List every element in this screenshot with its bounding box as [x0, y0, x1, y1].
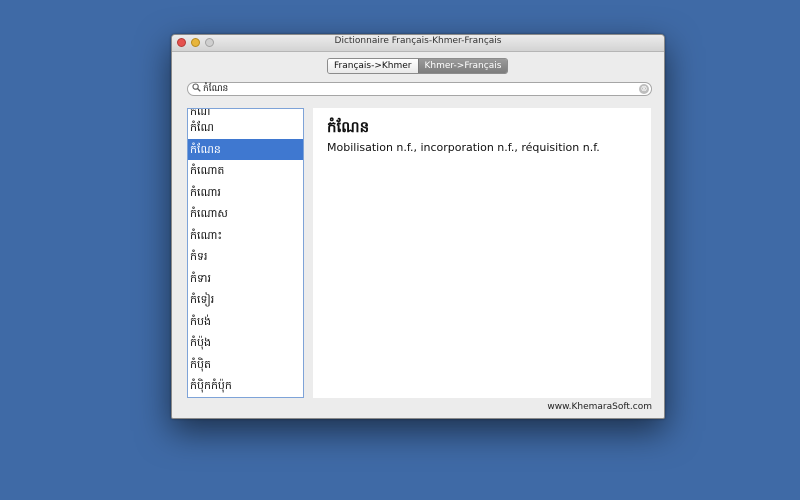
- definition-panel: កំណែន Mobilisation n.f., incorporation n…: [313, 108, 651, 398]
- website-credit: www.KhemaraSoft.com: [547, 402, 652, 412]
- list-item[interactable]: កំប៉ិត: [188, 354, 303, 376]
- entry-definition: Mobilisation n.f., incorporation n.f., r…: [327, 141, 600, 154]
- list-item[interactable]: កំណោះ: [188, 225, 303, 247]
- list-item[interactable]: កំទៀរ: [188, 289, 303, 311]
- clear-search-icon[interactable]: ⊗: [639, 84, 649, 94]
- list-item[interactable]: កំបង់: [188, 311, 303, 333]
- list-item[interactable]: កំណោស: [188, 203, 303, 225]
- search-field[interactable]: កំណែន ⊗: [187, 82, 652, 96]
- list-item[interactable]: កំណោរ: [188, 182, 303, 204]
- list-item[interactable]: កំប៉ិកកំប៉ុក: [188, 375, 303, 397]
- entry-headword: កំណែន: [327, 118, 370, 136]
- tab-francais-khmer[interactable]: Français->Khmer: [328, 59, 418, 73]
- list-item-partial[interactable]: កំណ: [188, 109, 303, 117]
- word-list[interactable]: កំណ កំណែ កំណែន កំណោត កំណោរ កំណោស កំណោះ កំទរ កំទ…: [187, 108, 304, 398]
- list-item[interactable]: កំណែន: [188, 138, 303, 160]
- list-item[interactable]: កំប៉ុង: [188, 332, 303, 354]
- title-bar[interactable]: Dictionnaire Français-Khmer-Français: [172, 35, 664, 52]
- list-item[interactable]: កំណែ: [188, 117, 303, 139]
- window-title: Dictionnaire Français-Khmer-Français: [334, 36, 502, 46]
- list-item[interactable]: កំទរ: [188, 246, 303, 268]
- search-input[interactable]: កំណែន: [203, 83, 228, 95]
- dictionary-window: Dictionnaire Français-Khmer-Français Fra…: [171, 34, 665, 419]
- direction-segmented-control: Français->Khmer Khmer->Français: [327, 58, 509, 74]
- list-item[interactable]: កំទារ: [188, 268, 303, 290]
- search-icon: [192, 83, 201, 96]
- tab-khmer-francais[interactable]: Khmer->Français: [417, 59, 508, 73]
- list-item[interactable]: កំណោត: [188, 160, 303, 182]
